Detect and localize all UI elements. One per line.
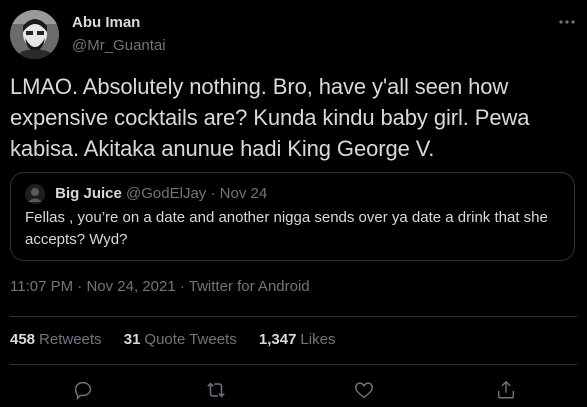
reply-button[interactable]: [66, 375, 100, 405]
quoted-tweet-header: Big Juice @GodElJay · Nov 24: [25, 184, 267, 204]
retweet-button[interactable]: [199, 375, 233, 405]
retweets-stat[interactable]: 458 Retweets: [10, 331, 102, 348]
tweet-time-link[interactable]: 11:07 PM · Nov 24, 2021: [10, 278, 180, 295]
tweet-text: LMAO. Absolutely nothing. Bro, have y'al…: [10, 74, 530, 161]
retweets-label: Retweets: [39, 331, 102, 348]
divider: [10, 364, 577, 365]
divider: [10, 316, 577, 317]
quoted-tweet-card[interactable]: Big Juice @GodElJay · Nov 24 Fellas , yo…: [10, 172, 575, 261]
share-button[interactable]: [489, 375, 523, 405]
tweet-time: 11:07 PM: [10, 278, 74, 295]
likes-stat[interactable]: 1,347 Likes: [259, 331, 336, 348]
quoted-avatar: [25, 184, 45, 204]
timestamp-separator: ·: [77, 278, 83, 295]
source-separator: ·: [179, 278, 185, 295]
quote-tweets-count: 31: [123, 331, 141, 348]
tweet-source-link[interactable]: Twitter for Android: [189, 278, 310, 295]
more-icon: [559, 20, 575, 24]
quoted-author-handle: @GodElJay: [126, 184, 207, 202]
like-button[interactable]: [347, 375, 381, 405]
avatar[interactable]: [10, 10, 59, 59]
tweet-date: Nov 24, 2021: [86, 278, 176, 295]
tweet: Abu Iman @Mr_Guantai LMAO. Absolutely no…: [0, 0, 587, 407]
quote-tweets-label: Quote Tweets: [144, 331, 237, 348]
reply-icon: [74, 381, 92, 401]
share-icon: [497, 380, 515, 399]
author-name[interactable]: Abu Iman: [72, 14, 140, 31]
timestamp-row: 11:07 PM · Nov 24, 2021 · Twitter for An…: [10, 278, 310, 295]
quoted-separator: ·: [210, 184, 216, 202]
action-bar: [0, 375, 587, 405]
quoted-author-name: Big Juice: [55, 184, 122, 202]
author-handle[interactable]: @Mr_Guantai: [72, 37, 166, 54]
quote-tweets-stat[interactable]: 31 Quote Tweets: [124, 331, 237, 348]
like-icon: [355, 382, 373, 399]
retweet-icon: [207, 382, 225, 398]
quoted-tweet-text: Fellas , you’re on a date and another ni…: [25, 209, 548, 248]
likes-count: 1,347: [258, 331, 297, 348]
retweets-count: 458: [10, 331, 36, 348]
likes-label: Likes: [300, 331, 336, 348]
more-options-button[interactable]: [552, 10, 582, 34]
quoted-date: Nov 24: [219, 184, 268, 202]
engagement-stats: 458 Retweets 31 Quote Tweets 1,347 Likes: [10, 331, 353, 348]
